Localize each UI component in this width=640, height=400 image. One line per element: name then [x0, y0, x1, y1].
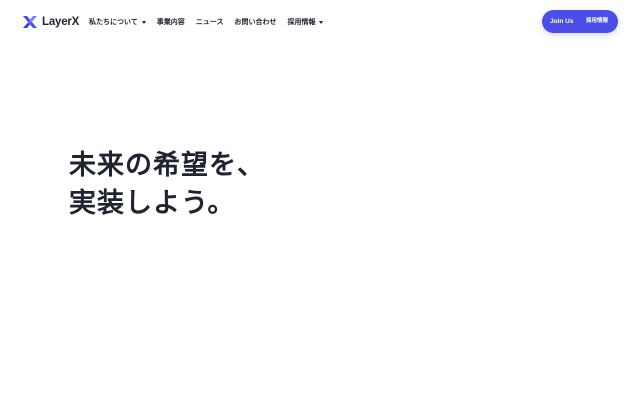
nav-item-recruit[interactable]: 採用情報 [287, 17, 324, 27]
join-us-label: Join Us [550, 18, 574, 25]
chevron-down-icon [141, 20, 146, 24]
nav-item-about-label: 私たちについて [89, 19, 138, 26]
layerx-logo-icon [23, 16, 37, 28]
hero-line-1: 未来の希望を、 [69, 150, 265, 180]
hero: 未来の希望を、 実装しよう。 [69, 146, 265, 222]
cta-recruit-label: 採用情報 [586, 18, 609, 24]
hero-heading: 未来の希望を、 実装しよう。 [69, 146, 265, 222]
logo-link[interactable]: LayerX [22, 13, 79, 31]
nav-item-business[interactable]: 事業内容 [157, 17, 185, 27]
join-us-button[interactable]: Join Us 採用情報 [542, 10, 618, 33]
chevron-down-icon [319, 20, 324, 24]
nav-item-recruit-label: 採用情報 [287, 19, 316, 26]
nav-item-business-label: 事業内容 [156, 19, 185, 26]
logo-text: LayerX [42, 16, 80, 28]
nav-item-news-label: ニュース [195, 19, 224, 26]
nav-item-news[interactable]: ニュース [196, 17, 224, 27]
nav-item-about[interactable]: 私たちについて [89, 17, 146, 27]
page: LayerX 私たちについて 事業内容 ニュース お問い合わせ 採用情報 Joi… [0, 0, 640, 400]
site-header: LayerX 私たちについて 事業内容 ニュース お問い合わせ 採用情報 Joi… [0, 0, 640, 44]
main-nav: 私たちについて 事業内容 ニュース お問い合わせ 採用情報 [89, 16, 334, 28]
nav-item-contact-label: お問い合わせ [234, 19, 277, 26]
hero-line-2: 実装しよう。 [69, 188, 236, 218]
nav-item-contact[interactable]: お問い合わせ [234, 17, 276, 27]
